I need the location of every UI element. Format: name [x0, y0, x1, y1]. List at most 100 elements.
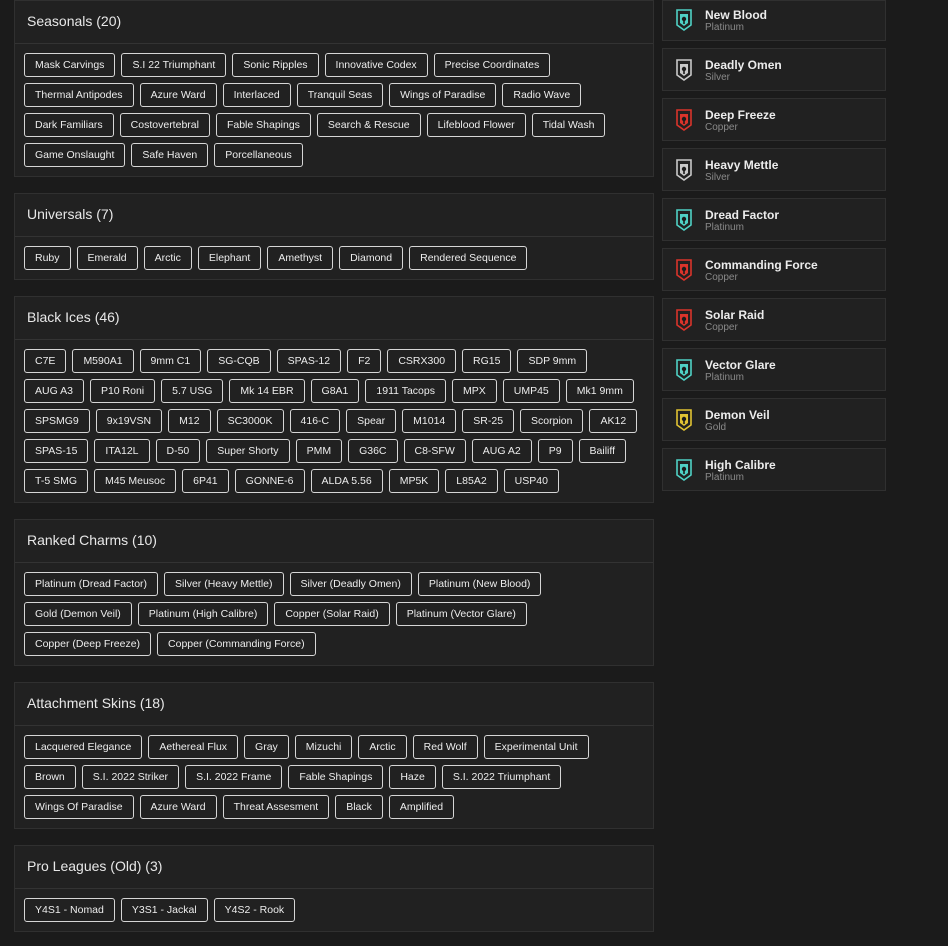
item-tag[interactable]: S.I 22 Triumphant — [121, 53, 227, 77]
item-tag[interactable]: M45 Meusoc — [94, 469, 177, 493]
item-tag[interactable]: PMM — [295, 439, 343, 463]
item-tag[interactable]: Y4S1 - Nomad — [24, 898, 115, 922]
item-tag[interactable]: Lacquered Elegance — [24, 735, 143, 759]
item-tag[interactable]: MP5K — [388, 469, 440, 493]
item-tag[interactable]: Gold (Demon Veil) — [24, 602, 132, 626]
item-tag[interactable]: M12 — [168, 409, 211, 433]
item-tag[interactable]: Costovertebral — [119, 113, 210, 137]
rank-charm-card-2[interactable]: Deep Freeze Copper — [662, 98, 886, 141]
item-tag[interactable]: Platinum (Dread Factor) — [24, 572, 159, 596]
item-tag[interactable]: AUG A2 — [471, 439, 532, 463]
rank-charm-card-3[interactable]: Heavy Mettle Silver — [662, 148, 886, 191]
item-tag[interactable]: Aethereal Flux — [148, 735, 239, 759]
item-tag[interactable]: Azure Ward — [139, 795, 217, 819]
item-tag[interactable]: Mk1 9mm — [565, 379, 634, 403]
item-tag[interactable]: SPAS-15 — [24, 439, 89, 463]
item-tag[interactable]: Azure Ward — [139, 83, 217, 107]
item-tag[interactable]: Spear — [346, 409, 397, 433]
item-tag[interactable]: Innovative Codex — [324, 53, 428, 77]
item-tag[interactable]: Arctic — [143, 246, 192, 270]
item-tag[interactable]: Platinum (High Calibre) — [137, 602, 269, 626]
item-tag[interactable]: G36C — [348, 439, 398, 463]
item-tag[interactable]: SPAS-12 — [276, 349, 342, 373]
item-tag[interactable]: GONNE-6 — [234, 469, 305, 493]
item-tag[interactable]: Dark Familiars — [24, 113, 114, 137]
item-tag[interactable]: Wings of Paradise — [389, 83, 497, 107]
rank-charm-card-1[interactable]: Deadly Omen Silver — [662, 48, 886, 91]
item-tag[interactable]: Wings Of Paradise — [24, 795, 134, 819]
item-tag[interactable]: Arctic — [358, 735, 407, 759]
item-tag[interactable]: Red Wolf — [412, 735, 478, 759]
rank-charm-card-7[interactable]: Vector Glare Platinum — [662, 348, 886, 391]
item-tag[interactable]: Safe Haven — [131, 143, 209, 167]
item-tag[interactable]: Super Shorty — [206, 439, 290, 463]
item-tag[interactable]: 9x19VSN — [95, 409, 163, 433]
rank-charm-card-6[interactable]: Solar Raid Copper — [662, 298, 886, 341]
item-tag[interactable]: AK12 — [589, 409, 638, 433]
item-tag[interactable]: Tranquil Seas — [296, 83, 384, 107]
item-tag[interactable]: CSRX300 — [387, 349, 457, 373]
item-tag[interactable]: P9 — [537, 439, 573, 463]
item-tag[interactable]: T-5 SMG — [24, 469, 89, 493]
item-tag[interactable]: L85A2 — [445, 469, 498, 493]
item-tag[interactable]: Copper (Solar Raid) — [274, 602, 390, 626]
item-tag[interactable]: AUG A3 — [24, 379, 84, 403]
item-tag[interactable]: SPSMG9 — [24, 409, 90, 433]
item-tag[interactable]: Scorpion — [520, 409, 584, 433]
rank-charm-card-8[interactable]: Demon Veil Gold — [662, 398, 886, 441]
item-tag[interactable]: S.I. 2022 Striker — [81, 765, 180, 789]
item-tag[interactable]: Fable Shapings — [215, 113, 311, 137]
item-tag[interactable]: Copper (Deep Freeze) — [24, 632, 152, 656]
item-tag[interactable]: ITA12L — [94, 439, 150, 463]
item-tag[interactable]: RG15 — [462, 349, 512, 373]
item-tag[interactable]: Black — [335, 795, 383, 819]
rank-charm-card-5[interactable]: Commanding Force Copper — [662, 248, 886, 291]
item-tag[interactable]: Amplified — [388, 795, 455, 819]
item-tag[interactable]: Experimental Unit — [483, 735, 589, 759]
item-tag[interactable]: USP40 — [503, 469, 559, 493]
item-tag[interactable]: Haze — [389, 765, 436, 789]
item-tag[interactable]: S.I. 2022 Frame — [185, 765, 283, 789]
item-tag[interactable]: Emerald — [76, 246, 138, 270]
item-tag[interactable]: 1911 Tacops — [365, 379, 446, 403]
item-tag[interactable]: SG-CQB — [207, 349, 271, 373]
item-tag[interactable]: Game Onslaught — [24, 143, 126, 167]
item-tag[interactable]: Silver (Heavy Mettle) — [164, 572, 284, 596]
item-tag[interactable]: S.I. 2022 Triumphant — [441, 765, 562, 789]
item-tag[interactable]: Sonic Ripples — [232, 53, 319, 77]
item-tag[interactable]: Amethyst — [267, 246, 334, 270]
item-tag[interactable]: Fable Shapings — [288, 765, 384, 789]
item-tag[interactable]: Mask Carvings — [24, 53, 116, 77]
item-tag[interactable]: 416-C — [289, 409, 341, 433]
item-tag[interactable]: Radio Wave — [502, 83, 582, 107]
item-tag[interactable]: ALDA 5.56 — [310, 469, 383, 493]
item-tag[interactable]: 9mm C1 — [139, 349, 202, 373]
item-tag[interactable]: Mk 14 EBR — [229, 379, 305, 403]
item-tag[interactable]: Elephant — [197, 246, 262, 270]
rank-charm-card-0[interactable]: New Blood Platinum — [662, 0, 886, 41]
item-tag[interactable]: G8A1 — [310, 379, 360, 403]
item-tag[interactable]: SC3000K — [216, 409, 284, 433]
item-tag[interactable]: M1014 — [402, 409, 457, 433]
item-tag[interactable]: Lifeblood Flower — [426, 113, 526, 137]
item-tag[interactable]: 6P41 — [182, 469, 229, 493]
item-tag[interactable]: Copper (Commanding Force) — [157, 632, 316, 656]
item-tag[interactable]: UMP45 — [502, 379, 560, 403]
item-tag[interactable]: Thermal Antipodes — [24, 83, 134, 107]
item-tag[interactable]: Porcellaneous — [214, 143, 303, 167]
item-tag[interactable]: Y4S2 - Rook — [213, 898, 296, 922]
item-tag[interactable]: Y3S1 - Jackal — [120, 898, 208, 922]
item-tag[interactable]: M590A1 — [72, 349, 134, 373]
item-tag[interactable]: Precise Coordinates — [433, 53, 551, 77]
item-tag[interactable]: C7E — [24, 349, 67, 373]
rank-charm-card-9[interactable]: High Calibre Platinum — [662, 448, 886, 491]
item-tag[interactable]: 5.7 USG — [161, 379, 224, 403]
item-tag[interactable]: Platinum (Vector Glare) — [395, 602, 527, 626]
item-tag[interactable]: Platinum (New Blood) — [417, 572, 542, 596]
item-tag[interactable]: Interlaced — [222, 83, 291, 107]
rank-charm-card-4[interactable]: Dread Factor Platinum — [662, 198, 886, 241]
item-tag[interactable]: F2 — [347, 349, 382, 373]
item-tag[interactable]: D-50 — [155, 439, 201, 463]
item-tag[interactable]: Bailiff — [578, 439, 627, 463]
item-tag[interactable]: Gray — [244, 735, 289, 759]
